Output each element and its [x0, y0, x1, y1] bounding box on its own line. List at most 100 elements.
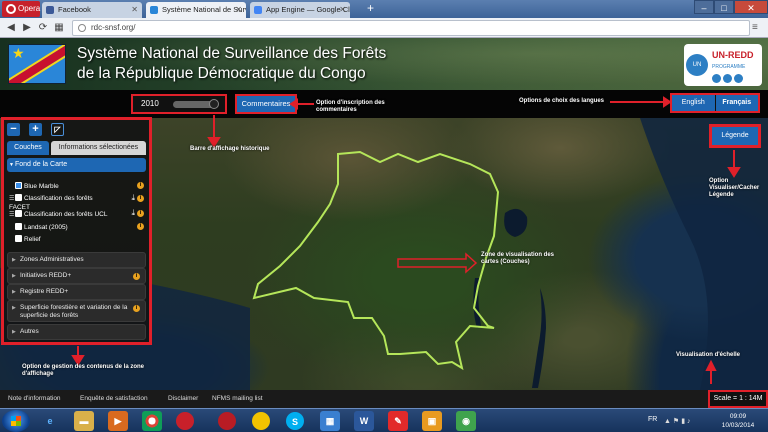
- info-icon[interactable]: i: [137, 223, 144, 230]
- section-label: Initiatives REDD+: [20, 272, 72, 279]
- start-button[interactable]: [2, 410, 30, 432]
- section-administrative-zones[interactable]: ▶ Zones Administratives: [7, 252, 146, 268]
- close-tab-icon[interactable]: ✕: [131, 2, 138, 18]
- section-base-map[interactable]: ▼ Fond de la Carte: [7, 158, 146, 172]
- info-icon[interactable]: i: [137, 182, 144, 189]
- internet-explorer-icon[interactable]: e: [40, 411, 60, 431]
- info-icon[interactable]: i: [133, 305, 140, 312]
- layer-item-ucl[interactable]: ☰ Classification des forêts UCL: [9, 210, 107, 220]
- footer-link-disclaimer[interactable]: Disclaimer: [168, 395, 198, 402]
- section-label: Registre REDD+: [20, 288, 69, 295]
- footer-link-information-note[interactable]: Note d'information: [8, 395, 61, 402]
- chevron-down-icon: ▼: [9, 162, 14, 168]
- windows-taskbar: e ▬ ▶ S ▦ W ✎ ▣ ◉ FR ▲⚑▮♪ 09:09 10/03/20…: [0, 408, 768, 432]
- info-icon[interactable]: i: [137, 195, 144, 202]
- section-redd-registry[interactable]: ▶ Registre REDD+: [7, 284, 146, 300]
- annotation-languages-option: Options de choix des langues: [519, 98, 605, 104]
- historic-year-slider[interactable]: 2010: [131, 94, 227, 114]
- speed-dial-icon[interactable]: ▦: [52, 21, 66, 35]
- zoom-in-button[interactable]: +: [29, 123, 42, 136]
- archive-app-icon[interactable]: ▣: [422, 411, 442, 431]
- layer-item-blue-marble[interactable]: Blue Marble: [9, 182, 59, 191]
- tab-title: Facebook: [58, 5, 91, 14]
- maximize-button[interactable]: □: [714, 0, 734, 14]
- system-clock[interactable]: 09:09 10/03/2014: [716, 412, 760, 430]
- url-input[interactable]: rdc-snsf.org/: [72, 20, 750, 36]
- chevron-right-icon: ▶: [12, 289, 16, 295]
- opera-taskbar-icon[interactable]: [176, 412, 194, 430]
- opera-taskbar-icon[interactable]: [218, 412, 236, 430]
- close-tab-icon[interactable]: ✕: [235, 2, 242, 18]
- layer-checkbox[interactable]: [15, 182, 22, 189]
- tab-selected-info[interactable]: Informations sélectionées: [51, 141, 146, 155]
- chrome-icon[interactable]: [142, 411, 162, 431]
- facebook-icon: [46, 6, 54, 14]
- layer-checkbox[interactable]: [15, 194, 22, 201]
- browser-menu-icon[interactable]: ≡: [752, 22, 764, 34]
- skype-icon[interactable]: S: [286, 412, 304, 430]
- year-slider-handle[interactable]: [209, 99, 219, 109]
- layer-checkbox[interactable]: [15, 235, 22, 242]
- layer-checkbox[interactable]: [15, 223, 22, 230]
- browser-tab-bar: Opera Facebook ✕ Système National de Sur…: [0, 0, 768, 18]
- site-footer: Note d'information Enquête de satisfacti…: [0, 390, 708, 408]
- chevron-right-icon: ▶: [12, 329, 16, 335]
- file-explorer-icon[interactable]: ▬: [74, 411, 94, 431]
- info-icon[interactable]: i: [137, 210, 144, 217]
- download-icon[interactable]: ⤓: [131, 208, 135, 218]
- footer-link-satisfaction-survey[interactable]: Enquête de satisfaction: [80, 395, 148, 402]
- close-tab-icon[interactable]: ✕: [339, 2, 346, 18]
- app-engine-icon: [254, 6, 262, 14]
- layer-item-relief[interactable]: Relief: [9, 235, 41, 244]
- system-tray-icons[interactable]: ▲⚑▮♪: [664, 417, 693, 425]
- address-bar-row: ◀ ▶ ⟳ ▦ rdc-snsf.org/ ≡: [0, 18, 768, 38]
- layer-checkbox[interactable]: [15, 210, 22, 217]
- footer-link-mailing-list[interactable]: NFMS mailing list: [212, 395, 263, 402]
- tab-facebook[interactable]: Facebook ✕: [42, 2, 142, 18]
- media-player-icon[interactable]: ▶: [108, 411, 128, 431]
- layer-label: Landsat (2005): [24, 224, 68, 231]
- drc-flag-icon: ★: [8, 44, 66, 84]
- legend-button[interactable]: Légende: [712, 127, 758, 145]
- language-indicator[interactable]: FR: [648, 416, 657, 423]
- annotation-historic-bar: Barre d'affichage historique: [190, 146, 270, 152]
- section-redd-initiatives[interactable]: ▶ Initiatives REDD+ i: [7, 268, 146, 284]
- new-tab-button[interactable]: +: [367, 1, 374, 15]
- selection-tool-icon[interactable]: ◸: [51, 123, 64, 136]
- lake-shape: [532, 288, 546, 388]
- word-icon[interactable]: W: [354, 411, 374, 431]
- tab-app-engine[interactable]: App Engine — Google Clo ✕: [250, 2, 350, 18]
- forward-button[interactable]: ▶: [20, 21, 34, 35]
- ocean-shape: [640, 118, 768, 390]
- chat-app-icon[interactable]: ◉: [456, 411, 476, 431]
- year-slider-track[interactable]: [173, 99, 219, 109]
- minimize-button[interactable]: –: [694, 0, 714, 14]
- back-button[interactable]: ◀: [4, 21, 18, 35]
- clock-date: 10/03/2014: [721, 422, 755, 429]
- reload-button[interactable]: ⟳: [36, 21, 50, 35]
- disc-app-icon[interactable]: [252, 412, 270, 430]
- close-window-button[interactable]: ✕: [734, 0, 768, 14]
- layer-label: Blue Marble: [24, 183, 59, 190]
- section-forest-area[interactable]: ▶ Superficie forestière et variation de …: [7, 300, 146, 322]
- layer-label: Classification des forêts UCL: [24, 211, 108, 218]
- annotation-comments-option: Option d'inscription des commentaires: [316, 100, 385, 113]
- language-english-button[interactable]: English: [672, 95, 716, 111]
- pdf-reader-icon[interactable]: ✎: [388, 411, 408, 431]
- tab-snsf[interactable]: Système National de Surv ✕: [146, 2, 246, 18]
- comments-button[interactable]: Commentaires: [235, 94, 297, 114]
- layers-panel: − + ◸ Couches Informations sélectionées …: [4, 120, 149, 342]
- partner-icons: [712, 74, 743, 83]
- calculator-icon[interactable]: ▦: [320, 411, 340, 431]
- language-french-button[interactable]: Français: [715, 95, 758, 111]
- tab-layers[interactable]: Couches: [7, 141, 49, 155]
- section-others[interactable]: ▶ Autres: [7, 324, 146, 340]
- annotation-legend-option: Option Visualiser/Cacher Légende: [709, 178, 760, 198]
- zoom-out-button[interactable]: −: [7, 123, 20, 136]
- layer-item-facet[interactable]: ☰ Classification des forêts FACET: [9, 194, 111, 211]
- layer-item-landsat[interactable]: Landsat (2005): [9, 223, 68, 232]
- opera-menu-button[interactable]: Opera: [2, 1, 40, 17]
- download-icon[interactable]: ⤓: [131, 193, 135, 203]
- info-icon[interactable]: i: [133, 273, 140, 280]
- clock-time: 09:09: [729, 413, 747, 420]
